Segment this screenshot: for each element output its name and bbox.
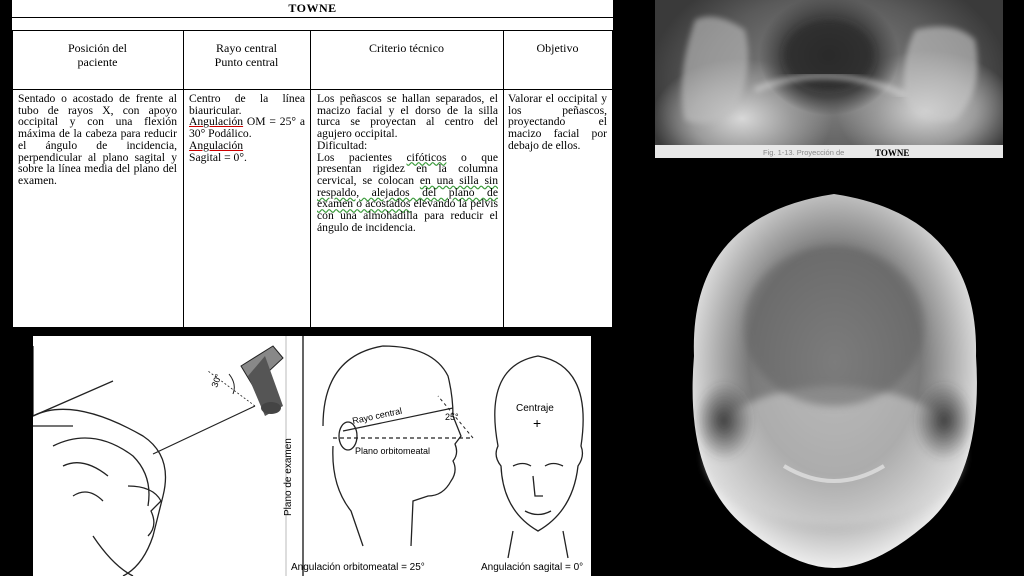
ang-orbitomeatal-label: Angulación orbitomeatal = 25° bbox=[291, 562, 425, 573]
table-title: TOWNE bbox=[12, 0, 613, 18]
col-border bbox=[310, 31, 311, 328]
col-border bbox=[503, 31, 504, 328]
col-border bbox=[183, 31, 184, 328]
figure-caption: Fig. 1-13. Proyección de bbox=[763, 148, 845, 157]
table-grid: Posición del paciente Rayo central Punto c… bbox=[12, 30, 613, 328]
centraje-cross-icon: + bbox=[533, 415, 541, 431]
patient-profile-drawing bbox=[33, 346, 167, 576]
header-rayo-central: Rayo central Punto central bbox=[214, 41, 279, 69]
header-separator bbox=[12, 89, 613, 90]
angle-25-label: 25° bbox=[445, 412, 459, 422]
towne-table: TOWNE Posición del paciente Rayo central P… bbox=[12, 0, 613, 328]
ang-sagital-label: Angulación sagital = 0° bbox=[481, 562, 583, 573]
xray-tube bbox=[240, 345, 284, 416]
positioning-diagram: 30° Plano de examen Rayo central 25° Pla… bbox=[33, 336, 584, 576]
col-border-right bbox=[612, 31, 613, 328]
plano-examen-label: Plano de examen bbox=[283, 438, 294, 516]
header-criterio: Criterio técnico bbox=[369, 41, 444, 55]
header-objetivo: Objetivo bbox=[536, 41, 579, 55]
plano-orbitomeatal-label: Plano orbitomeatal bbox=[355, 446, 430, 456]
angle-30-label: 30° bbox=[209, 372, 223, 389]
rayo-central-label: Rayo central bbox=[351, 406, 403, 426]
header-posicion: Posición del paciente bbox=[68, 41, 127, 69]
cell-objetivo: Valorar el occipital y los peñascos, pro… bbox=[508, 92, 607, 152]
central-ray-line bbox=[152, 405, 256, 455]
frontal-head-drawing bbox=[494, 355, 584, 559]
figure-caption-title: TOWNE bbox=[875, 148, 910, 158]
centraje-label: Centraje bbox=[516, 403, 554, 414]
skull-xray-image bbox=[692, 194, 977, 568]
xray-skull-image bbox=[681, 16, 978, 124]
cell-criterio: Los peñascos se hallan separados, el mac… bbox=[317, 92, 498, 234]
xray-towne-figure: Fig. 1-13. Proyección de TOWNE bbox=[655, 0, 1003, 158]
cell-rayo-central: Centro de la línea biauricular. Angulaci… bbox=[189, 92, 305, 164]
positioning-illustration: 30° Plano de examen Rayo central 25° Pla… bbox=[33, 336, 591, 576]
xray-skull-radiograph bbox=[664, 176, 1008, 568]
col-border-left bbox=[12, 31, 13, 328]
angle-arc bbox=[228, 373, 235, 395]
cell-posicion: Sentado o acostado de frente al tubo de … bbox=[18, 92, 177, 187]
figure-caption-bar: Fig. 1-13. Proyección de TOWNE bbox=[655, 145, 1003, 158]
